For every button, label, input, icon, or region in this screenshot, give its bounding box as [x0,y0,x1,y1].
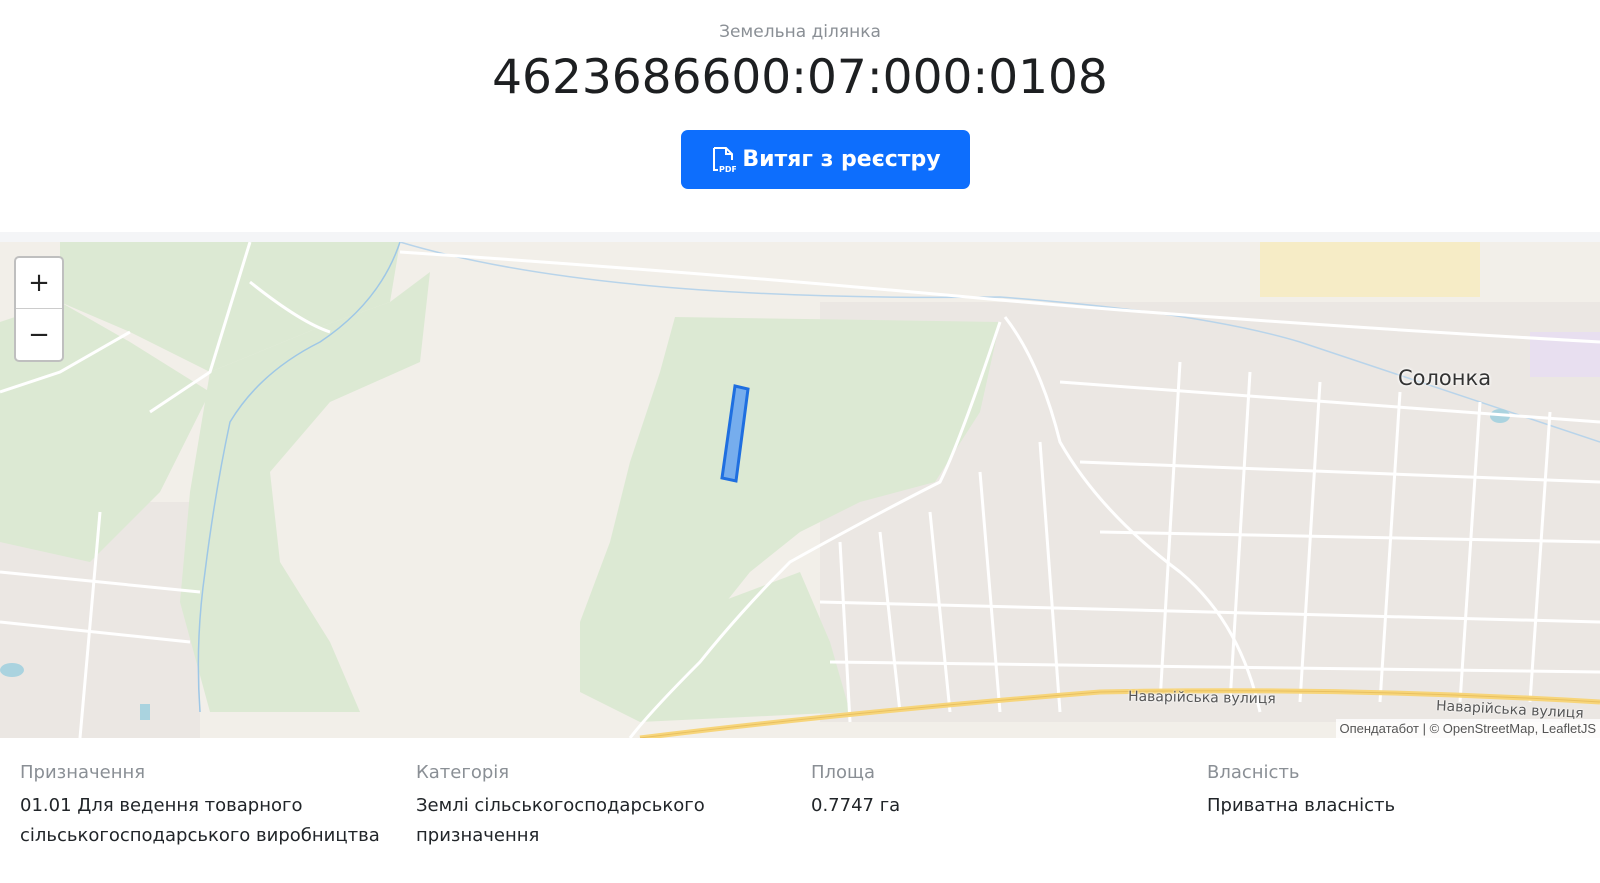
registry-extract-button[interactable]: PDF Витяг з реєстру [681,130,970,189]
attribution-source-link[interactable]: Опендатабот [1340,721,1419,736]
info-category-value: Землі сільськогосподарського призначення [416,795,705,846]
info-area: Площа 0.7747 га [811,762,1191,821]
info-area-value: 0.7747 га [811,795,901,816]
cadastral-number: 4623686600:07:000:0108 [492,50,1108,105]
map-attribution: Опендатабот | © OpenStreetMap, LeafletJS [1335,719,1600,738]
info-category: Категорія Землі сільськогосподарського п… [416,762,796,851]
pdf-file-icon: PDF [713,146,736,174]
zoom-control: + − [14,256,64,362]
info-purpose-value: 01.01 Для ведення товарного сільськогосп… [20,795,380,846]
map-tiles [0,242,1600,738]
info-ownership: Власність Приватна власність [1207,762,1587,821]
zoom-out-button[interactable]: − [16,309,62,360]
place-label-solonka: Солонка [1398,366,1492,390]
info-category-label: Категорія [416,762,510,783]
zoom-in-button[interactable]: + [16,258,62,309]
street-label: Наварійська вулиця [1127,688,1276,708]
page-header: Земельна ділянка 4623686600:07:000:0108 … [0,0,1600,232]
parcel-info: Призначення 01.01 Для ведення товарного … [0,752,1600,883]
info-ownership-label: Власність [1207,762,1300,783]
attribution-leaflet-link[interactable]: LeafletJS [1542,721,1596,736]
attribution-osm-link[interactable]: OpenStreetMap [1443,721,1535,736]
svg-text:PDF: PDF [719,165,736,174]
info-purpose-label: Призначення [20,762,146,783]
info-area-label: Площа [811,762,876,783]
registry-extract-label: Витяг з реєстру [742,147,941,172]
info-ownership-value: Приватна власність [1207,795,1396,816]
page-subtitle: Земельна ділянка [719,22,881,42]
section-divider [0,232,1600,242]
attribution-separator: | © [1418,721,1443,736]
parcel-map[interactable]: + − Солонка Наварійська вулиця Наварійсь… [0,242,1600,738]
info-purpose: Призначення 01.01 Для ведення товарного … [20,762,400,851]
attribution-comma: , [1534,721,1542,736]
